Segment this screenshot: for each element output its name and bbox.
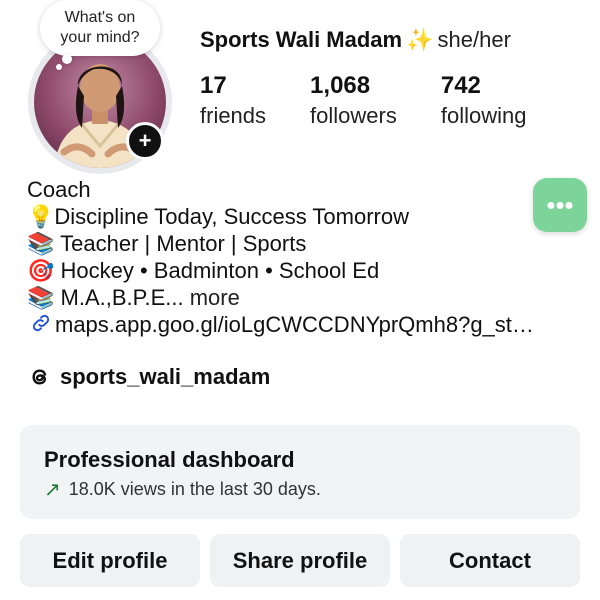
- lightbulb-icon: 💡: [27, 204, 55, 229]
- note-line-1: What's on: [64, 9, 136, 26]
- dashboard-subtitle-row: ↗ 18.0K views in the last 30 days.: [44, 477, 556, 502]
- profile-name: Sports Wali Madam: [200, 27, 403, 52]
- bio-line-text: M.A.,B.P.E...: [54, 285, 190, 310]
- threads-badge[interactable]: sports_wali_madam: [28, 364, 270, 390]
- bio-category: Coach: [27, 177, 91, 202]
- trend-up-icon: ↗: [44, 479, 61, 501]
- bio-line: 📚 Teacher | Mentor | Sports: [27, 230, 575, 257]
- note-bubble-tail-dot: [62, 54, 72, 64]
- profile-bio: Coach 💡Discipline Today, Success Tomorro…: [27, 176, 575, 338]
- bio-line-text: Teacher | Mentor | Sports: [54, 231, 307, 256]
- link-icon: [32, 314, 50, 332]
- stat-label: following: [440, 103, 527, 128]
- bio-line-text: Hockey • Badminton • School Ed: [54, 258, 380, 283]
- profile-name-row: Sports Wali Madam ✨ she/her: [200, 27, 511, 53]
- threads-handle: sports_wali_madam: [60, 364, 271, 389]
- professional-dashboard[interactable]: Professional dashboard ↗ 18.0K views in …: [20, 425, 580, 519]
- note-bubble[interactable]: What's on your mind?: [40, 0, 160, 56]
- stat-followers[interactable]: 1,068 followers: [310, 72, 397, 132]
- contact-button[interactable]: Contact: [400, 534, 580, 587]
- add-story-button[interactable]: +: [126, 122, 164, 160]
- books-icon: 📚: [27, 231, 55, 256]
- dashboard-subtitle: 18.0K views in the last 30 days.: [68, 479, 321, 499]
- note-bubble-tail-dot: [56, 64, 62, 70]
- edit-profile-button[interactable]: Edit profile: [20, 534, 200, 587]
- bio-link[interactable]: maps.app.goo.gl/ioLgCWCCDNYprQmh8?g_st…: [27, 311, 575, 338]
- stat-friends[interactable]: 17 friends: [200, 72, 266, 132]
- share-profile-button[interactable]: Share profile: [210, 534, 390, 587]
- bio-line: 💡Discipline Today, Success Tomorrow: [27, 203, 575, 230]
- stat-count: 1,068: [310, 72, 371, 99]
- stat-label: friends: [200, 103, 267, 128]
- pronouns: she/her: [437, 27, 511, 52]
- books-icon: 📚: [27, 285, 55, 310]
- target-icon: 🎯: [27, 258, 55, 283]
- bio-line: 📚 M.A.,B.P.E... more: [27, 284, 575, 311]
- bio-more-link[interactable]: more: [190, 285, 240, 310]
- profile-actions: Edit profile Share profile Contact: [20, 534, 580, 587]
- sparkle-icon: ✨: [406, 27, 434, 52]
- stat-label: followers: [310, 103, 397, 128]
- threads-icon: [32, 369, 47, 385]
- stat-count: 17: [200, 72, 227, 99]
- bio-line-text: Discipline Today, Success Tomorrow: [54, 204, 409, 229]
- note-line-2: your mind?: [60, 29, 140, 46]
- dashboard-title: Professional dashboard: [44, 447, 295, 472]
- stat-count: 742: [440, 72, 481, 99]
- stat-following[interactable]: 742 following: [441, 72, 527, 132]
- profile-stats: 17 friends 1,068 followers 742 following: [200, 72, 570, 132]
- bio-link-url: maps.app.goo.gl/ioLgCWCCDNYprQmh8?g_st…: [55, 312, 534, 337]
- bio-line: 🎯 Hockey • Badminton • School Ed: [27, 257, 575, 284]
- plus-icon: +: [138, 128, 152, 153]
